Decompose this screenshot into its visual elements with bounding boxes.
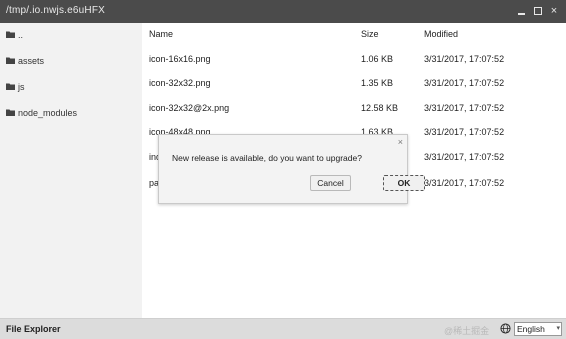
column-header-name[interactable]: Name: [149, 29, 173, 39]
maximize-button[interactable]: [530, 2, 546, 20]
upgrade-dialog: × New release is available, do you want …: [158, 134, 425, 204]
watermark: @稀土掘金: [444, 326, 490, 336]
cell-modified: 3/31/2017, 17:07:52: [424, 78, 505, 88]
cell-name: icon-32x32.png: [149, 78, 211, 88]
dialog-close-icon[interactable]: ×: [398, 137, 403, 147]
close-button[interactable]: ×: [546, 2, 562, 20]
cell-modified: 3/31/2017, 17:07:52: [424, 103, 505, 113]
sidebar-item-label: node_modules: [18, 108, 78, 118]
cell-modified: 3/31/2017, 17:07:52: [424, 54, 505, 64]
cell-name: icon-32x32@2x.png: [149, 103, 230, 113]
minimize-button[interactable]: [514, 2, 530, 20]
folder-icon: [6, 109, 15, 116]
app-name: File Explorer: [6, 324, 61, 334]
cell-name: icon-16x16.png: [149, 54, 211, 64]
sidebar-item-assets[interactable]: assets: [0, 54, 142, 72]
sidebar-item-label: js: [18, 82, 25, 92]
cell-size: 12.58 KB: [361, 103, 399, 113]
sidebar-item-js[interactable]: js: [0, 80, 142, 98]
column-header-size[interactable]: Size: [361, 29, 379, 39]
sidebar: .. assets js node_modules: [0, 23, 142, 318]
sidebar-item-node-modules[interactable]: node_modules: [0, 106, 142, 124]
ok-button[interactable]: OK: [383, 175, 425, 191]
sidebar-item-parent[interactable]: ..: [0, 28, 142, 46]
dialog-message: New release is available, do you want to…: [172, 153, 362, 163]
title-bar: /tmp/.io.nwjs.e6uHFX ×: [0, 0, 566, 23]
folder-icon: [6, 83, 15, 90]
globe-icon: [500, 323, 511, 334]
cell-modified: 3/31/2017, 17:07:52: [424, 152, 505, 162]
window-title: /tmp/.io.nwjs.e6uHFX: [6, 5, 106, 16]
cell-size: 1.06 KB: [361, 54, 394, 64]
minimize-icon: [518, 13, 525, 15]
language-select[interactable]: English ▾: [514, 322, 562, 336]
folder-icon: [6, 31, 15, 38]
status-bar: File Explorer @稀土掘金 English ▾: [0, 318, 566, 339]
sidebar-item-label: ..: [18, 30, 24, 40]
cell-size: 1.35 KB: [361, 78, 394, 88]
language-select-value: English: [517, 324, 545, 334]
cell-modified: 3/31/2017, 17:07:52: [424, 178, 505, 188]
cell-modified: 3/31/2017, 17:07:52: [424, 127, 505, 137]
column-header-modified[interactable]: Modified: [424, 29, 458, 39]
folder-icon: [6, 57, 15, 64]
sidebar-item-label: assets: [18, 56, 45, 66]
chevron-down-icon: ▾: [556, 325, 560, 332]
maximize-icon: [534, 7, 542, 15]
cancel-button[interactable]: Cancel: [310, 175, 351, 191]
